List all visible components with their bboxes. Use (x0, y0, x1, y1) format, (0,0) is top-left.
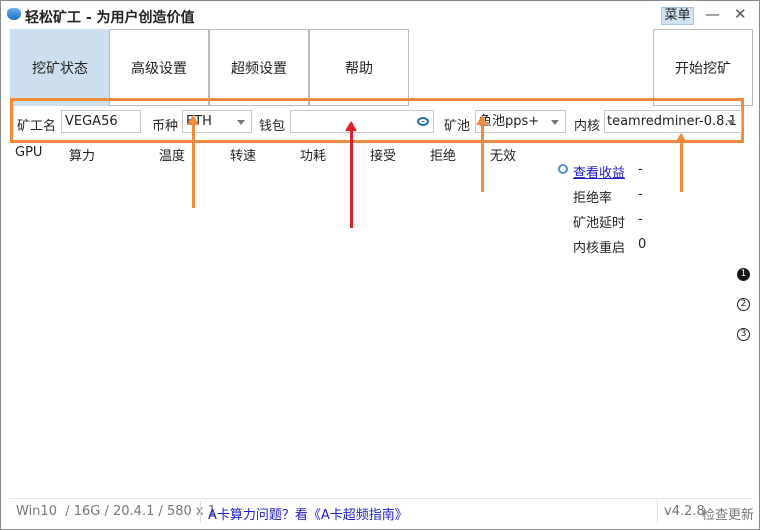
kernel-select[interactable]: teamredminer-0.8.1 (604, 110, 742, 133)
menu-button[interactable]: 菜单 (661, 7, 694, 25)
annotation-arrow-wallet (345, 121, 357, 228)
footer-divider (9, 498, 753, 499)
kernel-label: 内核 (574, 119, 601, 134)
minimize-button[interactable]: — (705, 5, 720, 23)
coin-label: 币种 (152, 119, 179, 134)
pool-label: 矿池 (444, 119, 471, 134)
chevron-down-icon (237, 120, 245, 125)
annotation-arrow-coin (187, 115, 199, 208)
reject-rate-value: - (638, 187, 643, 202)
chevron-down-icon (551, 120, 559, 125)
footer-separator (657, 501, 658, 523)
reject-rate-label: 拒绝率 (573, 191, 613, 206)
col-gpu: GPU (15, 145, 43, 160)
footer-separator (200, 501, 201, 523)
wallet-label: 钱包 (259, 119, 286, 134)
pool-latency-value: - (638, 212, 643, 227)
col-fan-speed: 转速 (230, 149, 257, 164)
tab-advanced-settings[interactable]: 高级设置 (109, 29, 209, 106)
window-title: 轻松矿工 - 为用户创造价值 (25, 10, 195, 26)
page-3-button[interactable]: 3 (737, 328, 750, 341)
pool-select[interactable]: 鱼池pps+ (475, 110, 566, 133)
miner-name-input[interactable]: VEGA56 (61, 110, 141, 133)
app-logo-icon (7, 8, 21, 20)
col-accepted: 接受 (370, 149, 397, 164)
page-2-button[interactable]: 2 (737, 298, 750, 311)
start-mining-button[interactable]: 开始挖矿 (653, 29, 753, 106)
tab-mining-status[interactable]: 挖矿状态 (10, 29, 110, 106)
pool-value: 鱼池pps+ (479, 114, 540, 129)
view-earnings-link[interactable]: 查看收益 (573, 162, 625, 181)
close-button[interactable]: ✕ (734, 5, 747, 23)
col-power: 功耗 (300, 149, 327, 164)
pool-latency-label: 矿池延时 (573, 216, 626, 231)
col-rejected: 拒绝 (430, 149, 457, 164)
magnifier-icon (558, 164, 568, 174)
kernel-restart-label: 内核重启 (573, 241, 626, 256)
oc-guide-link[interactable]: A卡算力问题？看《A卡超频指南》 (208, 504, 408, 523)
annotation-arrow-pool (476, 115, 488, 192)
tab-overclock-settings[interactable]: 超频设置 (209, 29, 309, 106)
check-update-link[interactable]: 检查更新 (702, 504, 754, 523)
kernel-value: teamredminer-0.8.1 (607, 114, 737, 129)
chevron-down-icon (727, 120, 735, 125)
annotation-arrow-kernel (675, 133, 687, 192)
version-label: v4.2.8 (664, 504, 705, 519)
miner-name-label: 矿工名 (17, 119, 57, 134)
col-hashrate: 算力 (69, 149, 96, 164)
eye-icon[interactable] (417, 117, 429, 126)
earnings-value: - (638, 162, 643, 177)
tab-help[interactable]: 帮助 (309, 29, 409, 106)
kernel-restart-value: 0 (638, 237, 647, 252)
system-info: Win10 / 16G / 20.4.1 / 580 x 1 (16, 504, 217, 519)
wallet-input[interactable] (290, 110, 434, 133)
col-invalid: 无效 (490, 149, 517, 164)
col-temperature: 温度 (159, 149, 186, 164)
page-1-button[interactable]: 1 (737, 268, 750, 281)
